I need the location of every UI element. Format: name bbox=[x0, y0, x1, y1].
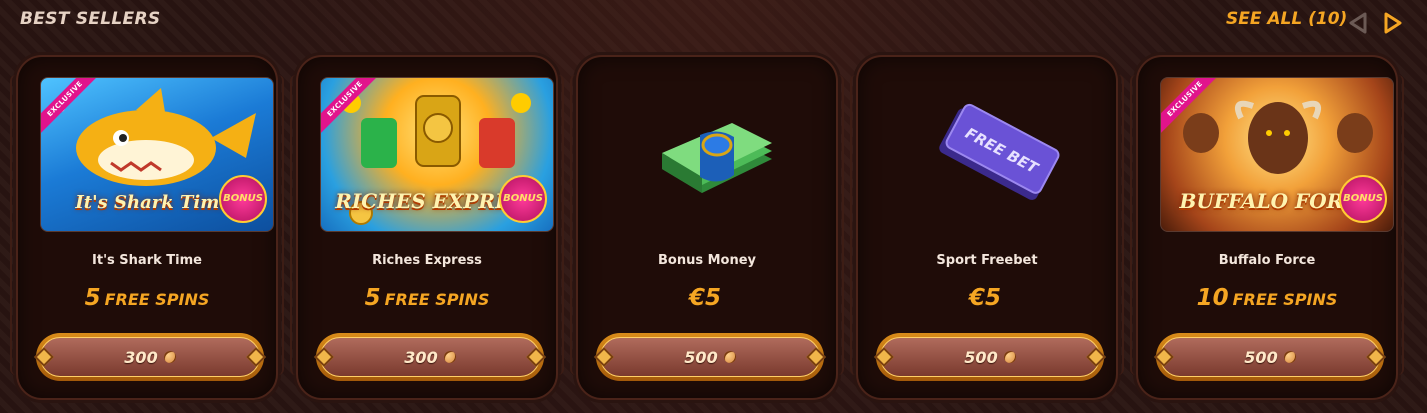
buy-button[interactable]: 300 bbox=[34, 333, 266, 381]
product-card[interactable]: EXCLUSIVE BUFFALO FORCE BONUS Buffalo Fo… bbox=[1130, 55, 1404, 400]
reward: 5 FREE SPINS bbox=[298, 285, 556, 311]
sport-freebet-thumbnail: FREE BET bbox=[880, 77, 1114, 232]
reward: €5 bbox=[858, 285, 1116, 311]
bonus-badge: BONUS bbox=[219, 175, 267, 223]
reward-amount: €5 bbox=[968, 285, 1001, 311]
buy-button[interactable]: 300 bbox=[314, 333, 546, 381]
bonus-money-thumbnail bbox=[600, 77, 834, 232]
reward: 10 FREE SPINS bbox=[1138, 285, 1396, 311]
money-stack-icon bbox=[662, 123, 772, 193]
buy-button[interactable]: 500 bbox=[874, 333, 1106, 381]
price: 500 bbox=[684, 347, 718, 367]
next-arrow-icon[interactable] bbox=[1382, 12, 1404, 34]
buy-button[interactable]: 500 bbox=[594, 333, 826, 381]
bonus-badge: BONUS bbox=[1339, 175, 1387, 223]
buffalo-force-thumbnail[interactable]: EXCLUSIVE BUFFALO FORCE BONUS bbox=[1160, 77, 1394, 232]
coin-icon bbox=[1003, 351, 1016, 363]
see-all-link[interactable]: SEE ALL (10) bbox=[1226, 9, 1347, 29]
reward-amount: 5 bbox=[84, 285, 101, 311]
reward: €5 bbox=[578, 285, 836, 311]
reward-amount: 5 bbox=[364, 285, 381, 311]
reward-amount: €5 bbox=[688, 285, 721, 311]
reward-label: FREE SPINS bbox=[104, 290, 210, 309]
product-name: Bonus Money bbox=[657, 253, 757, 268]
reward-label: FREE SPINS bbox=[1232, 290, 1338, 309]
free-bet-ticket-icon: FREE BET bbox=[939, 103, 1060, 200]
riches-express-thumbnail[interactable]: EXCLUSIVE RICHES EXPRESS BONUS bbox=[320, 77, 554, 232]
product-card[interactable]: FREE BET Sport Freebet €5 500 bbox=[850, 55, 1124, 400]
price: 500 bbox=[1244, 347, 1278, 367]
buy-button[interactable]: 500 bbox=[1154, 333, 1386, 381]
section-title: BEST SELLERS bbox=[20, 9, 161, 29]
price: 300 bbox=[404, 347, 438, 367]
coin-icon bbox=[163, 351, 176, 363]
coin-icon bbox=[443, 351, 456, 363]
shark-time-thumbnail[interactable]: EXCLUSIVE It's Shark Time! BONUS bbox=[40, 77, 274, 232]
product-name: Buffalo Force bbox=[1218, 253, 1316, 268]
reward-amount: 10 bbox=[1196, 285, 1229, 311]
product-card[interactable]: EXCLUSIVE It's Shark Time! BONUS It's Sh… bbox=[10, 55, 284, 400]
product-name: Riches Express bbox=[372, 253, 482, 268]
product-card[interactable]: Bonus Money €5 500 bbox=[570, 55, 844, 400]
product-card[interactable]: EXCLUSIVE RICHES EXPRESS BONUS Riches Ex… bbox=[290, 55, 564, 400]
product-name: It's Shark Time bbox=[92, 253, 202, 268]
prev-arrow-icon[interactable] bbox=[1347, 12, 1369, 34]
coin-icon bbox=[723, 351, 736, 363]
reward-label: FREE SPINS bbox=[384, 290, 490, 309]
reward: 5 FREE SPINS bbox=[18, 285, 276, 311]
product-name: Sport Freebet bbox=[936, 253, 1038, 268]
bonus-badge: BONUS bbox=[499, 175, 547, 223]
price: 300 bbox=[124, 347, 158, 367]
coin-icon bbox=[1283, 351, 1296, 363]
price: 500 bbox=[964, 347, 998, 367]
